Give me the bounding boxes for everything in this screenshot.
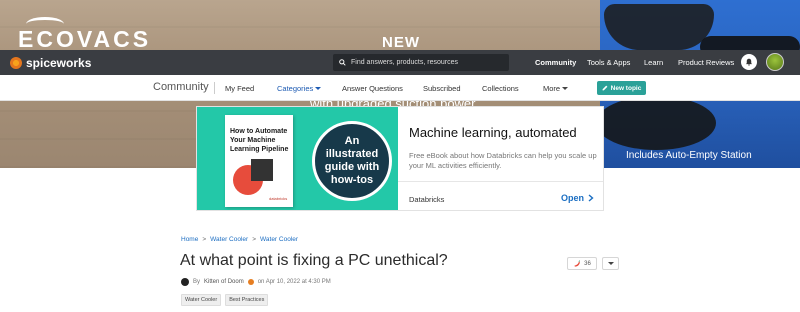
nav-learn[interactable]: Learn (644, 50, 663, 75)
page-title: At what point is fixing a PC unethical? (180, 252, 448, 269)
user-avatar-button[interactable] (766, 53, 784, 71)
hero-feature: Includes Auto-Empty Station (626, 150, 752, 161)
breadcrumb: Home > Water Cooler > Water Cooler (181, 236, 298, 243)
subnav-my-feed[interactable]: My Feed (225, 84, 254, 93)
chevron-down-icon (607, 262, 614, 265)
chevron-right-icon (588, 194, 594, 202)
byline-prefix: By (193, 279, 201, 285)
tag-water-cooler[interactable]: Water Cooler (181, 294, 222, 306)
hero-headline: NEW (382, 34, 420, 51)
author-badge-icon (247, 279, 254, 285)
ad-sponsor: Databricks (409, 195, 445, 204)
page: ECOVACS NEW with upgraded suction power … (0, 0, 800, 312)
pepper-icon (574, 259, 581, 267)
search-input[interactable]: Find answers, products, resources (333, 54, 509, 71)
pepper-count: 36 (584, 260, 591, 267)
bell-icon (745, 58, 753, 66)
display-ad[interactable]: How to Automate Your Machine Learning Pi… (196, 106, 604, 211)
post-date: on Apr 10, 2022 at 4:30 PM (257, 279, 331, 285)
nav-tools-apps[interactable]: Tools & Apps (587, 50, 630, 75)
ebook-cover: How to Automate Your Machine Learning Pi… (225, 115, 293, 207)
spiceworks-logo[interactable]: spiceworks (10, 50, 91, 75)
ad-open-button[interactable]: Open (561, 193, 594, 203)
ad-open-label: Open (561, 193, 585, 203)
section-title[interactable]: Community (153, 81, 209, 93)
divider (214, 82, 215, 94)
ecovacs-logo: ECOVACS (18, 26, 152, 52)
pepper-vote-button[interactable]: 36 (567, 257, 597, 270)
tag-best-practices[interactable]: Best Practices (225, 294, 269, 306)
breadcrumb-home[interactable]: Home (181, 236, 198, 243)
chevron-down-icon (562, 87, 569, 90)
subnav-collections[interactable]: Collections (482, 84, 519, 93)
divider (398, 181, 603, 182)
breadcrumb-subcategory[interactable]: Water Cooler (260, 236, 298, 243)
notifications-button[interactable] (741, 54, 757, 70)
author-avatar[interactable] (181, 278, 189, 286)
breadcrumb-separator: > (202, 236, 207, 243)
new-topic-button[interactable]: New topic (597, 81, 646, 95)
subnav-more-label: More (543, 84, 561, 93)
edit-icon (602, 85, 608, 91)
subnav-categories[interactable]: Categories (277, 84, 322, 93)
ad-circle-text: An illustrated guide with how-tos (324, 135, 380, 186)
spiceworks-pepper-icon (10, 56, 22, 69)
robot-vacuum-image (596, 96, 716, 150)
post-options-dropdown[interactable] (602, 257, 619, 270)
robot-vacuum-image (604, 4, 714, 50)
ebook-brand: databricks (269, 196, 288, 201)
ad-image: How to Automate Your Machine Learning Pi… (197, 107, 398, 210)
new-topic-label: New topic (610, 84, 642, 92)
ad-title: Machine learning, automated (409, 125, 577, 140)
sub-nav: Community My Feed Categories Answer Ques… (0, 75, 800, 101)
author-name[interactable]: Kitten of Doom (204, 279, 244, 285)
nav-community[interactable]: Community (535, 50, 576, 75)
subnav-answer-questions[interactable]: Answer Questions (342, 84, 403, 93)
brand-name: spiceworks (26, 55, 92, 70)
ad-circle-badge: An illustrated guide with how-tos (312, 121, 392, 201)
breadcrumb-category[interactable]: Water Cooler (210, 236, 248, 243)
chevron-down-icon (315, 87, 322, 90)
nav-product-reviews[interactable]: Product Reviews (678, 50, 734, 75)
breadcrumb-separator: > (252, 236, 256, 243)
subnav-categories-label: Categories (277, 84, 314, 93)
ebook-title: How to Automate Your Machine Learning Pi… (230, 128, 289, 153)
subnav-more[interactable]: More (543, 84, 569, 93)
ad-description: Free eBook about how Databricks can help… (409, 151, 597, 170)
post-byline: By Kitten of Doom on Apr 10, 2022 at 4:3… (181, 278, 331, 286)
search-icon (339, 59, 346, 66)
post-tags: Water Cooler Best Practices (181, 294, 269, 306)
top-nav: spiceworks Find answers, products, resou… (0, 50, 800, 75)
subnav-subscribed[interactable]: Subscribed (423, 84, 461, 93)
search-placeholder: Find answers, products, resources (351, 59, 458, 66)
